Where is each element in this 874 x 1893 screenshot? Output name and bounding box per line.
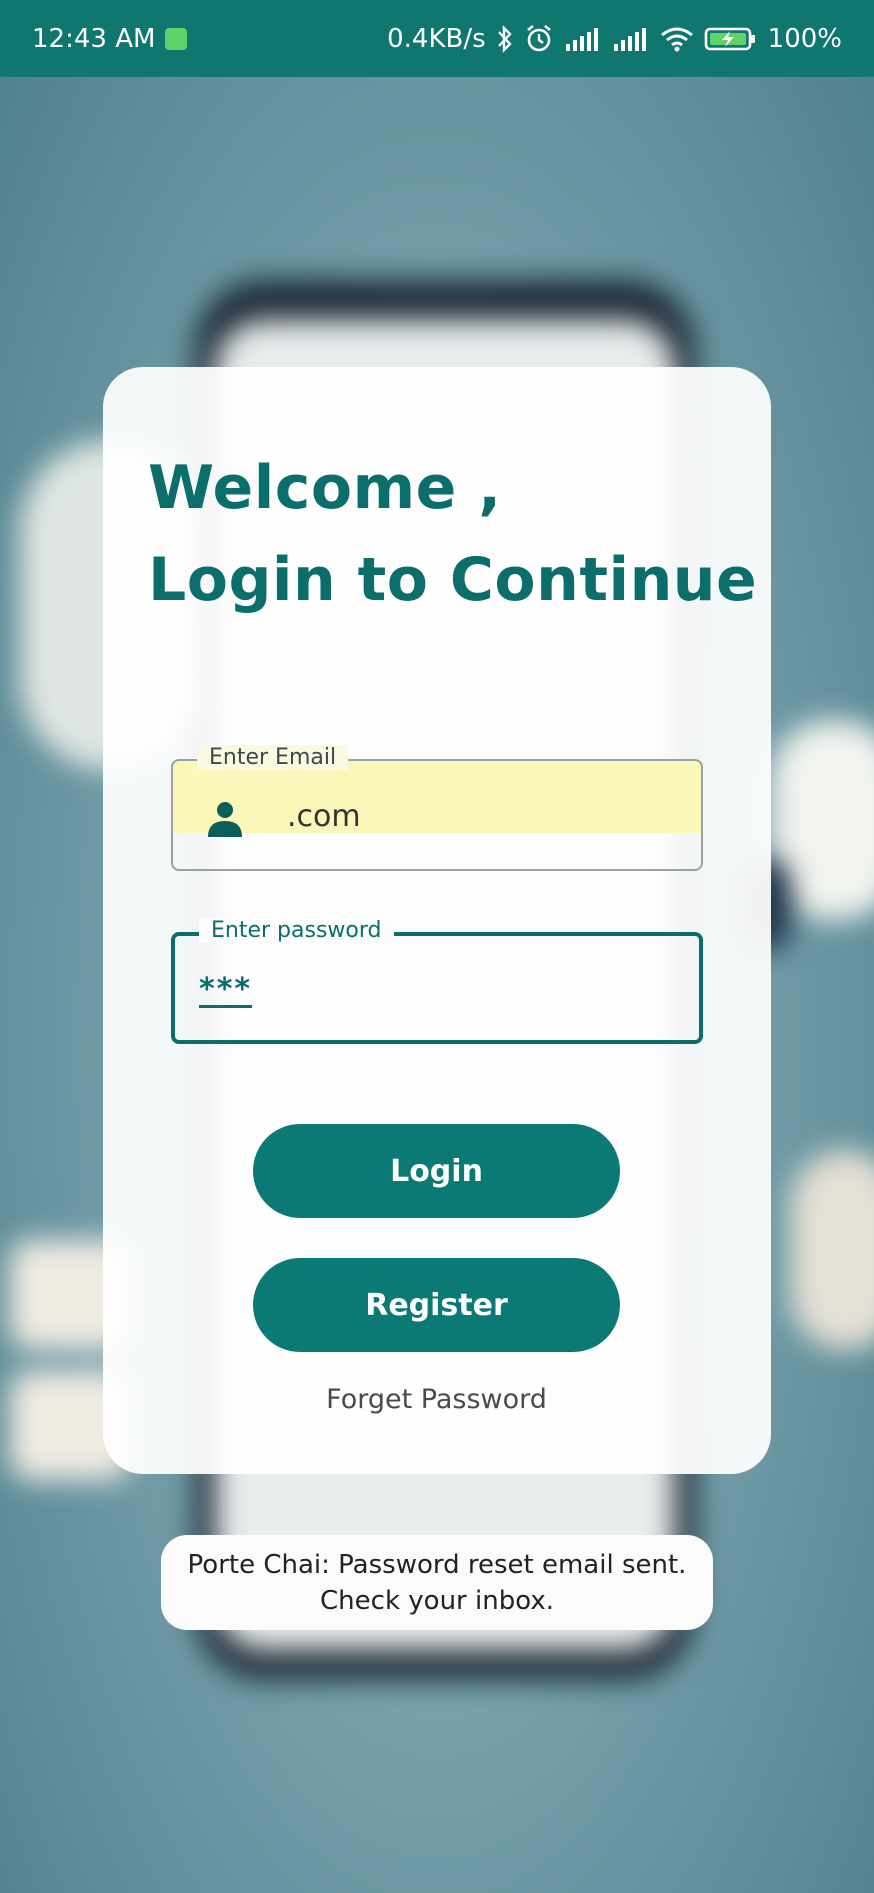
title-line-2: Login to Continue: [148, 545, 758, 615]
background-disc: [790, 1150, 874, 1350]
network-speed: 0.4KB/s: [387, 23, 486, 54]
android-notification-icon: [165, 27, 188, 50]
status-time: 12:43 AM: [32, 23, 156, 54]
email-field-label: Enter Email: [197, 745, 349, 770]
toast-message: Porte Chai: Password reset email sent. C…: [161, 1535, 713, 1630]
password-field-label: Enter password: [199, 918, 394, 943]
bluetooth-icon: [496, 24, 514, 53]
title-line-1: Welcome ,: [148, 453, 502, 523]
toast-text: Porte Chai: Password reset email sent. C…: [187, 1549, 687, 1616]
signal-icon: [564, 26, 602, 52]
signal-icon: [612, 26, 650, 52]
login-button[interactable]: Login: [253, 1124, 620, 1218]
status-bar: 12:43 AM 0.4KB/s 100%: [0, 0, 874, 77]
forget-password-link[interactable]: Forget Password: [253, 1384, 620, 1415]
email-input-value: .com: [287, 799, 361, 834]
alarm-icon: [524, 24, 554, 54]
password-input-value: ***: [199, 972, 253, 1007]
password-field[interactable]: Enter password ***: [171, 918, 703, 1044]
battery-charging-icon: [704, 26, 758, 52]
email-field[interactable]: Enter Email .com: [171, 745, 703, 871]
register-button[interactable]: Register: [253, 1258, 620, 1352]
page-title: Welcome , Login to Continue: [148, 442, 757, 626]
person-icon: [205, 799, 245, 843]
wifi-icon: [660, 26, 694, 52]
battery-percent: 100%: [767, 23, 842, 54]
